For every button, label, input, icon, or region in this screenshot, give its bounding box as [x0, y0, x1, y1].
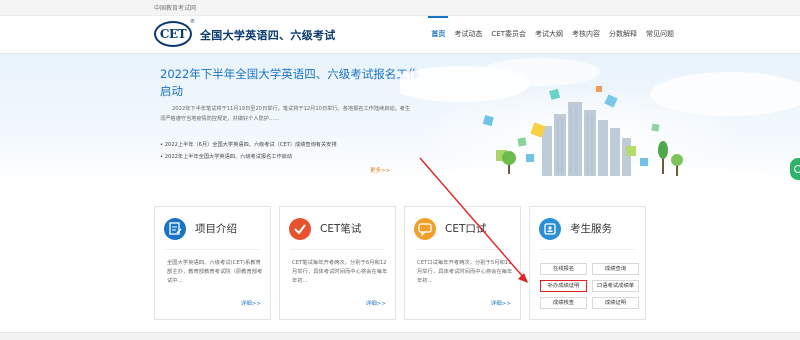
speech-bubble-icon: [414, 218, 436, 240]
card-divider: [165, 249, 260, 250]
card-cet-written[interactable]: CET笔试 CET笔试每年开考两次，分别于6月和12月举行，具体考试时间而中心将…: [279, 206, 396, 320]
card-title: 考生服务: [570, 223, 612, 235]
news-item[interactable]: 2022上半年（6月）全国大学英语四、六级考试（CET）成绩查询有关安排: [160, 139, 420, 151]
nav-item-score-explanation[interactable]: 分数解释: [609, 16, 637, 54]
card-detail-link[interactable]: 详细>>: [491, 299, 511, 307]
service-reissue-score-certificate[interactable]: 补办成绩证明: [540, 280, 587, 292]
card-divider: [415, 249, 510, 250]
site-header: CET ® 全国大学英语四、六级考试 首页 考试动态 CET委员会 考试大纲 考…: [0, 16, 800, 54]
hero-banner: 2022年下半年全国大学英语四、六级考试报名工作启动 2022年下半年笔试将于1…: [0, 54, 800, 186]
card-title: CET笔试: [320, 223, 362, 235]
card-description: CET口试每年开考两次，分别于5月和11月举行，具体考试时间而中心将会在每年年初…: [417, 260, 513, 284]
card-title: 项目介绍: [195, 223, 237, 235]
cet-logo[interactable]: CET ®: [154, 19, 195, 47]
service-score-query[interactable]: 成绩查询: [592, 263, 639, 275]
service-oral-score-report[interactable]: 口语考试成绩单: [592, 280, 639, 292]
id-card-icon: [539, 218, 561, 240]
card-detail-link[interactable]: 详细>>: [366, 299, 386, 307]
card-divider: [540, 249, 635, 250]
news-item[interactable]: 2022年上半年全国大学英语四、六级考试报名工作启动: [160, 151, 420, 163]
main-nav: 首页 考试动态 CET委员会 考试大纲 考核内容 分数解释 常见问题: [422, 16, 674, 54]
card-header: CET口试: [405, 207, 520, 249]
hero-summary: 2022年下半年笔试将于11月19日至20日举行，笔试将于12月10日举行。各地…: [160, 106, 411, 122]
service-score-verification[interactable]: 成绩核查: [540, 297, 587, 309]
nav-item-syllabus[interactable]: 考试大纲: [535, 16, 563, 54]
checkmark-icon: [289, 218, 311, 240]
logo-text: CET: [159, 27, 187, 41]
feature-cards: 项目介绍 全国大学英语四、六级考试(CET)系教育部主办，教育部教育考试院（原教…: [154, 206, 646, 320]
hero-news-list: 2022上半年（6月）全国大学英语四、六级考试（CET）成绩查询有关安排 202…: [160, 139, 420, 163]
card-divider: [290, 249, 385, 250]
top-utility-bar: 中国教育考试网: [0, 0, 800, 16]
nav-item-exam-news[interactable]: 考试动态: [454, 16, 482, 54]
service-online-registration[interactable]: 在线报名: [540, 263, 587, 275]
card-description: 全国大学英语四、六级考试(CET)系教育部主办，教育部教育考试院（原教育部考试中…: [167, 260, 263, 284]
city-illustration: [400, 58, 800, 186]
nav-item-faq[interactable]: 常见问题: [646, 16, 674, 54]
site-name-link[interactable]: 中国教育考试网: [154, 3, 196, 12]
card-project-intro[interactable]: 项目介绍 全国大学英语四、六级考试(CET)系教育部主办，教育部教育考试院（原教…: [154, 206, 271, 320]
card-header: 项目介绍: [155, 207, 270, 249]
brand-title[interactable]: 全国大学英语四、六级考试: [200, 27, 336, 43]
floating-service-button[interactable]: [790, 158, 800, 180]
nav-item-content[interactable]: 考核内容: [572, 16, 600, 54]
hero-title[interactable]: 2022年下半年全国大学英语四、六级考试报名工作启动: [160, 66, 422, 100]
card-header: 考生服务: [530, 207, 645, 249]
registered-mark: ®: [190, 19, 195, 25]
hero-more-link[interactable]: 更多>>: [370, 166, 390, 174]
card-title: CET口试: [445, 223, 487, 235]
card-description: CET笔试每年开考两次，分别于6月和12月举行，具体考试时间而中心将会在每年年初…: [292, 260, 388, 284]
service-score-certificate[interactable]: 成绩证明: [592, 297, 639, 309]
card-detail-link[interactable]: 详细>>: [241, 299, 261, 307]
bottom-band: [0, 332, 800, 340]
card-cet-oral[interactable]: CET口试 CET口试每年开考两次，分别于5月和11月举行，具体考试时间而中心将…: [404, 206, 521, 320]
nav-item-home[interactable]: 首页: [428, 16, 449, 54]
edit-document-icon: [164, 218, 186, 240]
nav-item-cet-committee[interactable]: CET委员会: [491, 16, 526, 54]
card-header: CET笔试: [280, 207, 395, 249]
card-candidate-services: 考生服务 在线报名 成绩查询 补办成绩证明 口语考试成绩单 成绩核查 成绩证明: [529, 206, 646, 320]
